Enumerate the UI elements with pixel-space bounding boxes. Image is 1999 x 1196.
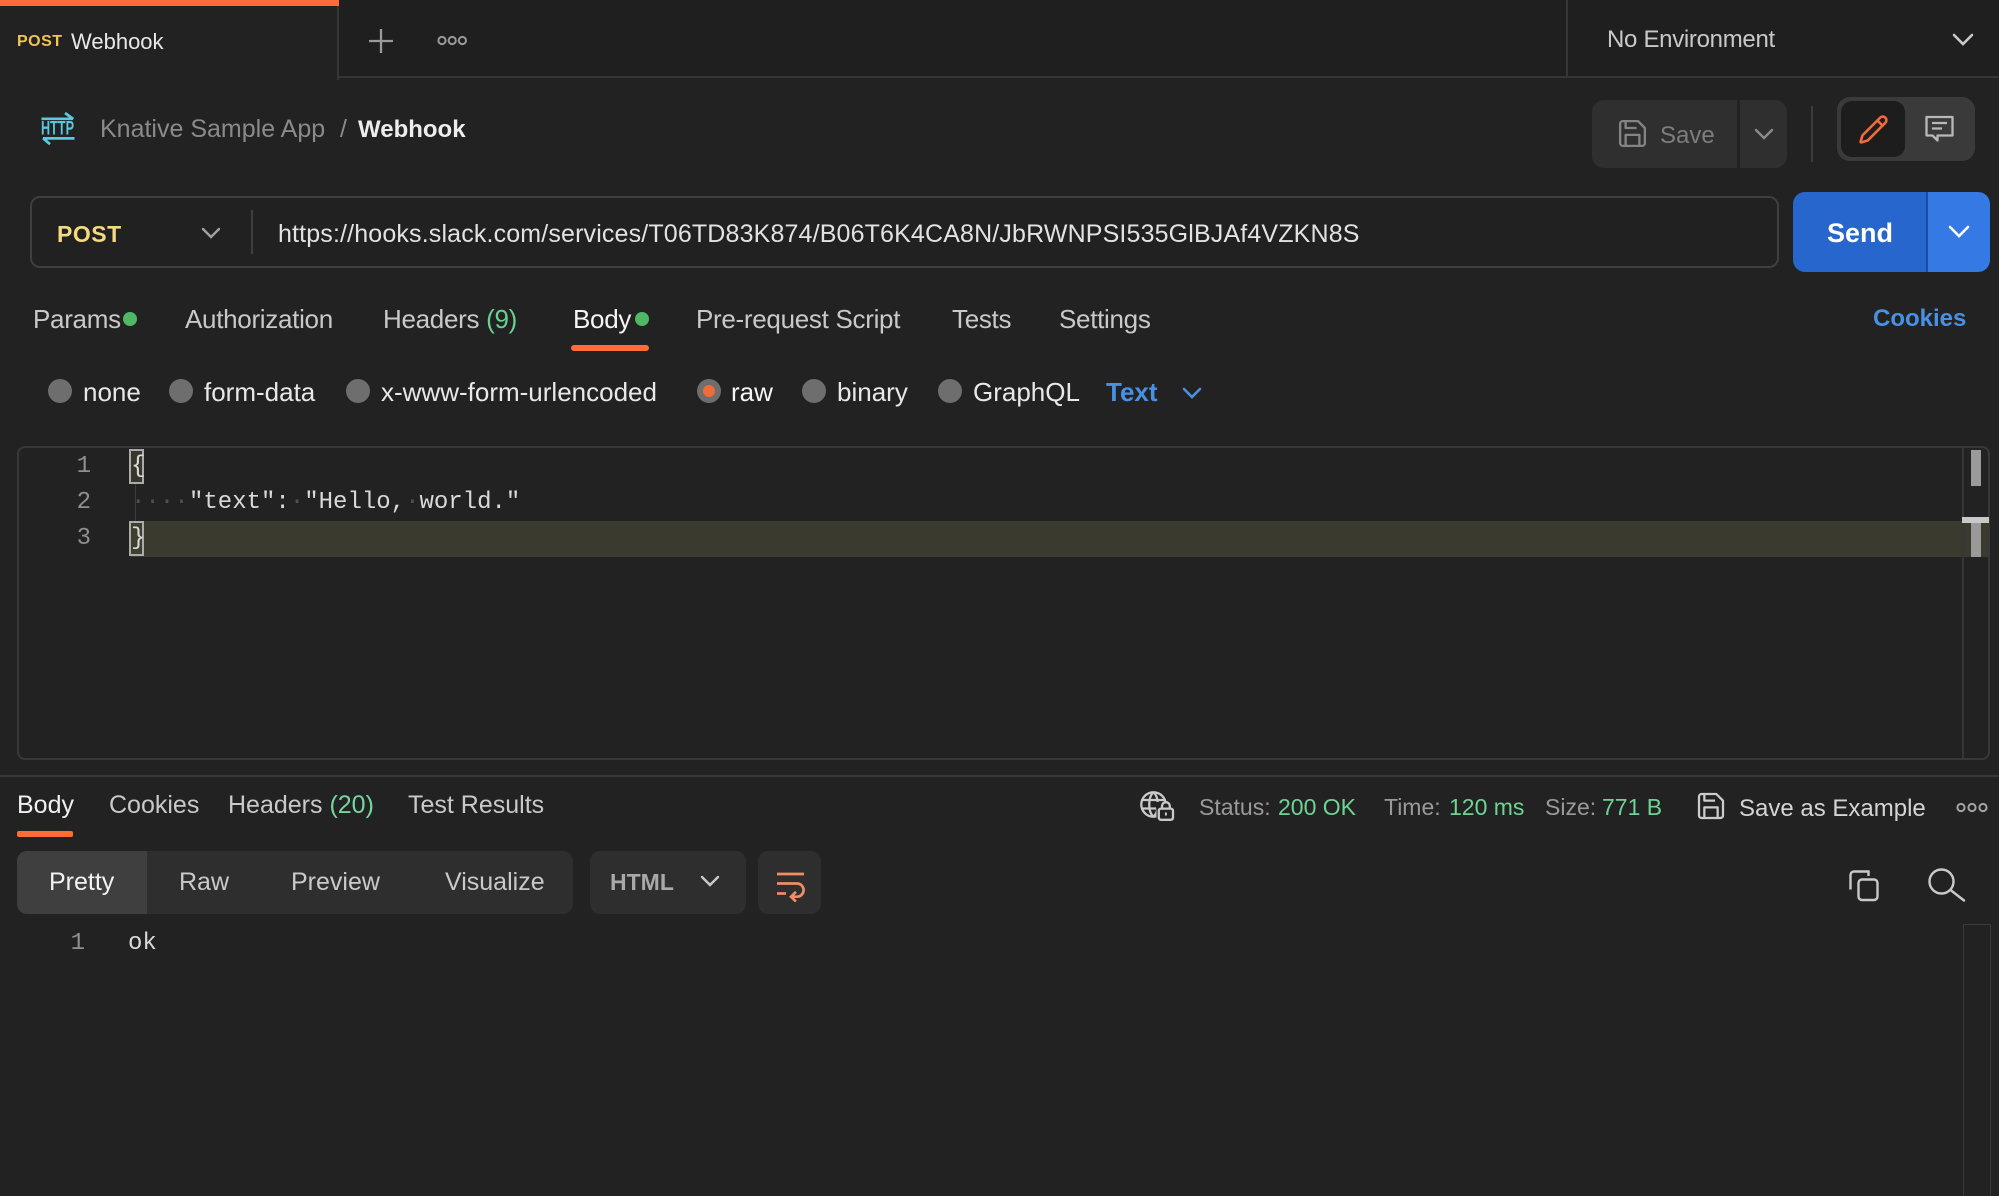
svg-text:HTTP: HTTP bbox=[41, 119, 74, 140]
